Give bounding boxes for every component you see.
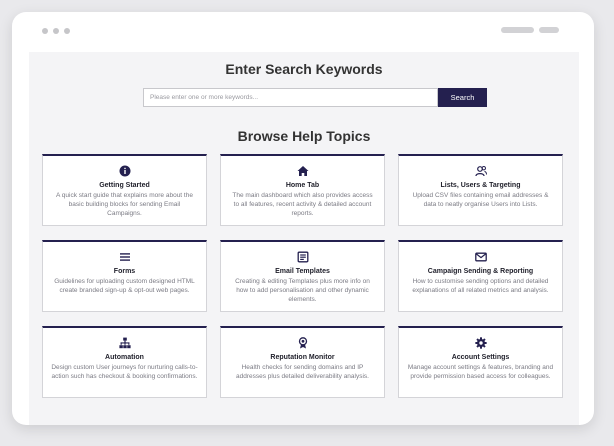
topic-card-campaign-sending-reporting[interactable]: Campaign Sending & Reporting How to cust… <box>398 240 563 312</box>
topic-card-automation[interactable]: Automation Design custom User journeys f… <box>42 326 207 398</box>
topic-title: Getting Started <box>99 182 150 189</box>
topic-description: How to customise sending options and det… <box>412 278 549 294</box>
browser-window: Enter Search Keywords Search Browse Help… <box>12 12 594 425</box>
topic-description: Manage account settings & features, bran… <box>407 364 554 380</box>
search-heading: Enter Search Keywords <box>225 61 383 77</box>
topic-title: Campaign Sending & Reporting <box>427 268 534 275</box>
window-dot[interactable] <box>53 28 59 34</box>
window-dot[interactable] <box>42 28 48 34</box>
topic-card-home-tab[interactable]: Home Tab The main dashboard which also p… <box>220 154 385 226</box>
search-button[interactable]: Search <box>438 88 487 107</box>
topic-description: Design custom User journeys for nurturin… <box>51 364 198 380</box>
gear-icon <box>474 337 487 349</box>
titlebar-bar <box>539 27 559 33</box>
window-controls <box>42 28 70 34</box>
topic-description: A quick start guide that explains more a… <box>56 192 193 217</box>
help-center-panel: Enter Search Keywords Search Browse Help… <box>29 52 579 425</box>
menu-icon <box>119 251 131 263</box>
titlebar-placeholder-bars <box>501 27 559 33</box>
topic-card-forms[interactable]: Forms Guidelines for uploading custom de… <box>42 240 207 312</box>
info-icon <box>119 165 131 177</box>
topic-card-email-templates[interactable]: Email Templates Creating & editing Templ… <box>220 240 385 312</box>
topic-title: Home Tab <box>285 182 320 189</box>
users-icon <box>474 165 487 177</box>
topic-description: Creating & editing Templates plus more i… <box>235 278 370 303</box>
search-bar: Search <box>143 88 487 107</box>
topic-title: Email Templates <box>275 268 330 275</box>
help-topics-grid: Getting Started A quick start guide that… <box>42 154 563 398</box>
browse-heading: Browse Help Topics <box>237 128 371 144</box>
topic-description: Guidelines for uploading custom designed… <box>54 278 195 294</box>
topic-description: Health checks for sending domains and IP… <box>236 364 369 380</box>
topic-title: Lists, Users & Targeting <box>440 182 521 189</box>
envelope-icon <box>474 251 487 263</box>
window-dot[interactable] <box>64 28 70 34</box>
search-input[interactable] <box>143 88 438 107</box>
topic-card-reputation-monitor[interactable]: Reputation Monitor Health checks for sen… <box>220 326 385 398</box>
topic-title: Reputation Monitor <box>270 354 335 361</box>
sitemap-icon <box>118 337 131 349</box>
award-icon <box>297 337 309 349</box>
topic-card-getting-started[interactable]: Getting Started A quick start guide that… <box>42 154 207 226</box>
template-icon <box>297 251 309 263</box>
topic-card-account-settings[interactable]: Account Settings Manage account settings… <box>398 326 563 398</box>
home-icon <box>297 165 309 177</box>
topic-title: Forms <box>113 268 136 275</box>
topic-title: Account Settings <box>451 354 510 361</box>
topic-title: Automation <box>105 354 144 361</box>
topic-description: Upload CSV files containing email addres… <box>412 192 549 208</box>
window-titlebar <box>12 12 594 52</box>
topic-card-lists-users-targeting[interactable]: Lists, Users & Targeting Upload CSV file… <box>398 154 563 226</box>
topic-description: The main dashboard which also provides a… <box>232 192 373 217</box>
titlebar-bar <box>501 27 534 33</box>
